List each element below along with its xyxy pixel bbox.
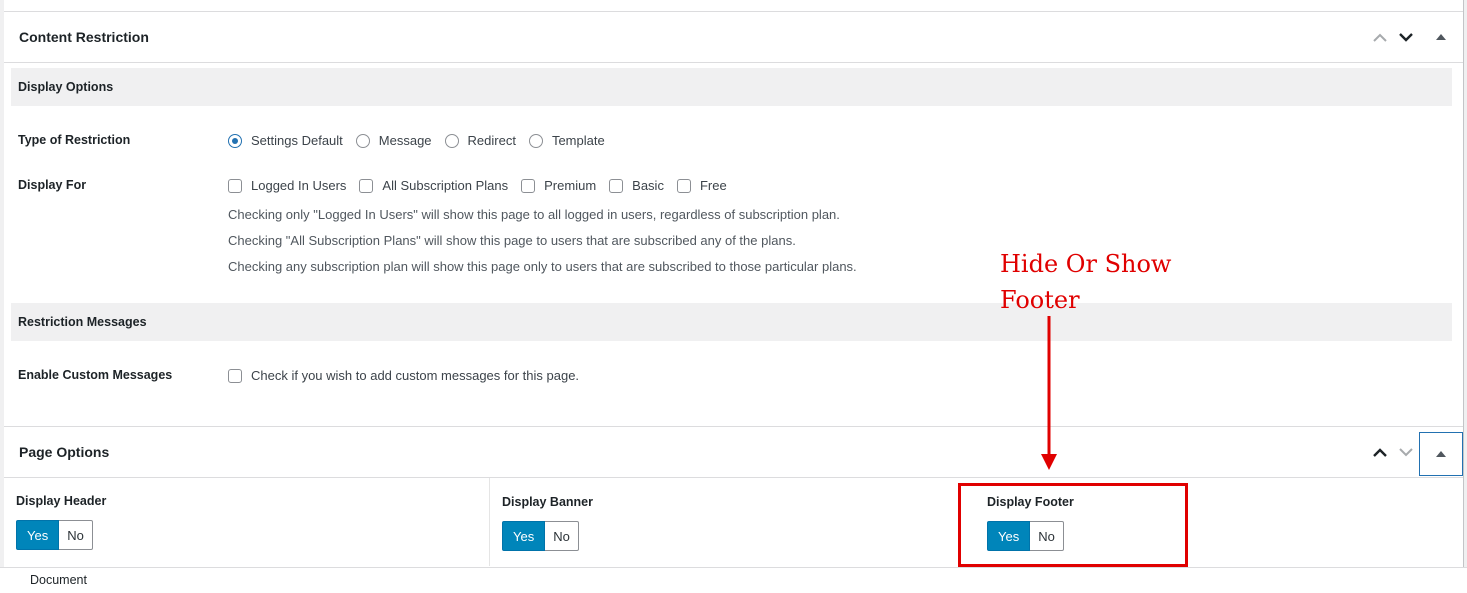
checkbox[interactable] [609, 178, 624, 193]
enable-custom-messages-label: Enable Custom Messages [18, 368, 173, 382]
checkbox-label: All Subscription Plans [382, 178, 509, 193]
collapse-toggle-button[interactable] [1419, 19, 1463, 55]
content-restriction-header[interactable]: Content Restriction [4, 12, 1463, 63]
checkbox-label: Basic [632, 178, 664, 193]
triangle-up-icon [1436, 34, 1446, 40]
help-text: Checking any subscription plan will show… [228, 259, 857, 274]
radio-label: Template [551, 133, 605, 148]
editor-footer: Document [0, 567, 1467, 593]
enable-custom-messages-option: Check if you wish to add custom messages… [228, 368, 592, 383]
no-button[interactable]: No [59, 520, 93, 550]
radio-label: Redirect [467, 133, 516, 148]
radio-settings-default[interactable]: Settings Default [228, 133, 343, 148]
yes-button[interactable]: Yes [16, 520, 60, 550]
checkbox-label: Logged In Users [251, 178, 347, 193]
radio-button[interactable] [355, 133, 370, 148]
display-for-options: Logged In Users All Subscription Plans P… [228, 178, 740, 193]
help-text: Checking only "Logged In Users" will sho… [228, 207, 840, 222]
restriction-messages-heading: Restriction Messages [11, 303, 1452, 341]
display-options-heading: Display Options [11, 68, 1452, 106]
move-up-button[interactable] [1367, 19, 1393, 55]
radio-label: Settings Default [251, 133, 343, 148]
no-button[interactable]: No [545, 521, 579, 551]
display-banner-label: Display Banner [502, 495, 594, 509]
page-options-header[interactable]: Page Options [4, 426, 1463, 478]
move-down-button[interactable] [1393, 434, 1419, 470]
annotation-arrow [1041, 316, 1057, 470]
restriction-messages-title: Restriction Messages [18, 315, 147, 329]
checkbox[interactable] [228, 178, 242, 193]
checkbox-all-subscription-plans[interactable]: All Subscription Plans [359, 178, 508, 193]
page-options-actions [1367, 427, 1463, 477]
checkbox[interactable] [521, 178, 536, 193]
chevron-up-icon [1373, 447, 1387, 457]
type-of-restriction-options: Settings Default Message Redirect Templa… [228, 133, 618, 148]
radio-label: Message [378, 133, 432, 148]
radio-message[interactable]: Message [355, 133, 432, 148]
chevron-up-icon [1373, 33, 1387, 42]
breadcrumb-document[interactable]: Document [30, 573, 87, 587]
collapse-toggle-button[interactable] [1419, 432, 1463, 476]
radio-template[interactable]: Template [528, 133, 605, 148]
checkbox-logged-in-users[interactable]: Logged In Users [228, 178, 346, 193]
display-for-label: Display For [18, 178, 87, 192]
display-banner-toggle: Yes No [502, 521, 579, 551]
display-header-label: Display Header [16, 494, 107, 508]
checkbox-label: Check if you wish to add custom messages… [251, 368, 580, 383]
yes-button[interactable]: Yes [502, 521, 546, 551]
radio-button[interactable] [444, 133, 459, 148]
chevron-down-icon [1399, 447, 1413, 456]
checkbox-free[interactable]: Free [676, 178, 727, 193]
checkbox-label: Premium [544, 178, 597, 193]
content-restriction-title: Content Restriction [19, 29, 149, 45]
triangle-up-icon [1436, 451, 1446, 457]
checkbox-basic[interactable]: Basic [609, 178, 664, 193]
editor-metaboxes: Content Restriction Display Options Type… [4, 0, 1464, 567]
checkbox-premium[interactable]: Premium [521, 178, 596, 193]
type-of-restriction-label: Type of Restriction [18, 133, 131, 147]
radio-button[interactable] [528, 133, 543, 148]
content-restriction-actions [1367, 12, 1463, 62]
checkbox-custom-messages[interactable]: Check if you wish to add custom messages… [228, 368, 579, 383]
display-header-field: Display Header Yes No [4, 478, 489, 566]
annotation-text: Hide Or Show Footer [1000, 250, 1172, 314]
display-options-title: Display Options [18, 80, 114, 94]
radio-button[interactable] [228, 133, 242, 148]
display-header-toggle: Yes No [16, 520, 93, 550]
annotation-highlight-box [958, 483, 1188, 567]
move-up-button[interactable] [1367, 434, 1393, 470]
checkbox-label: Free [699, 178, 727, 193]
move-down-button[interactable] [1393, 19, 1419, 55]
help-text: Checking "All Subscription Plans" will s… [228, 233, 796, 248]
checkbox[interactable] [676, 178, 691, 193]
page-options-title: Page Options [19, 444, 110, 460]
checkbox[interactable] [228, 368, 242, 383]
checkbox[interactable] [359, 178, 374, 193]
chevron-down-icon [1399, 32, 1413, 42]
radio-redirect[interactable]: Redirect [444, 133, 516, 148]
display-banner-field: Display Banner Yes No [489, 478, 975, 566]
